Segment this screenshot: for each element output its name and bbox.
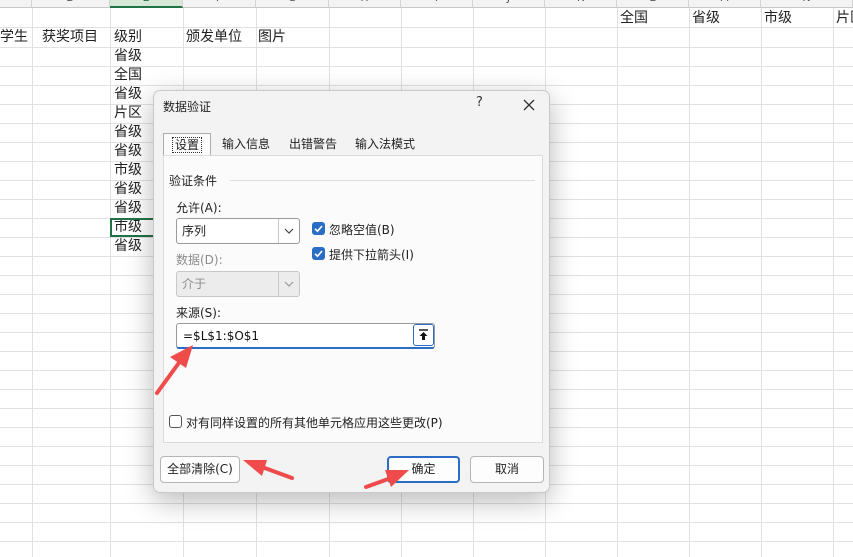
annotation-arrows [155,345,409,489]
annotation-arrow-clear [243,460,294,480]
annotation-arrow-ok [364,470,409,489]
annotation-arrow-source [155,345,193,395]
